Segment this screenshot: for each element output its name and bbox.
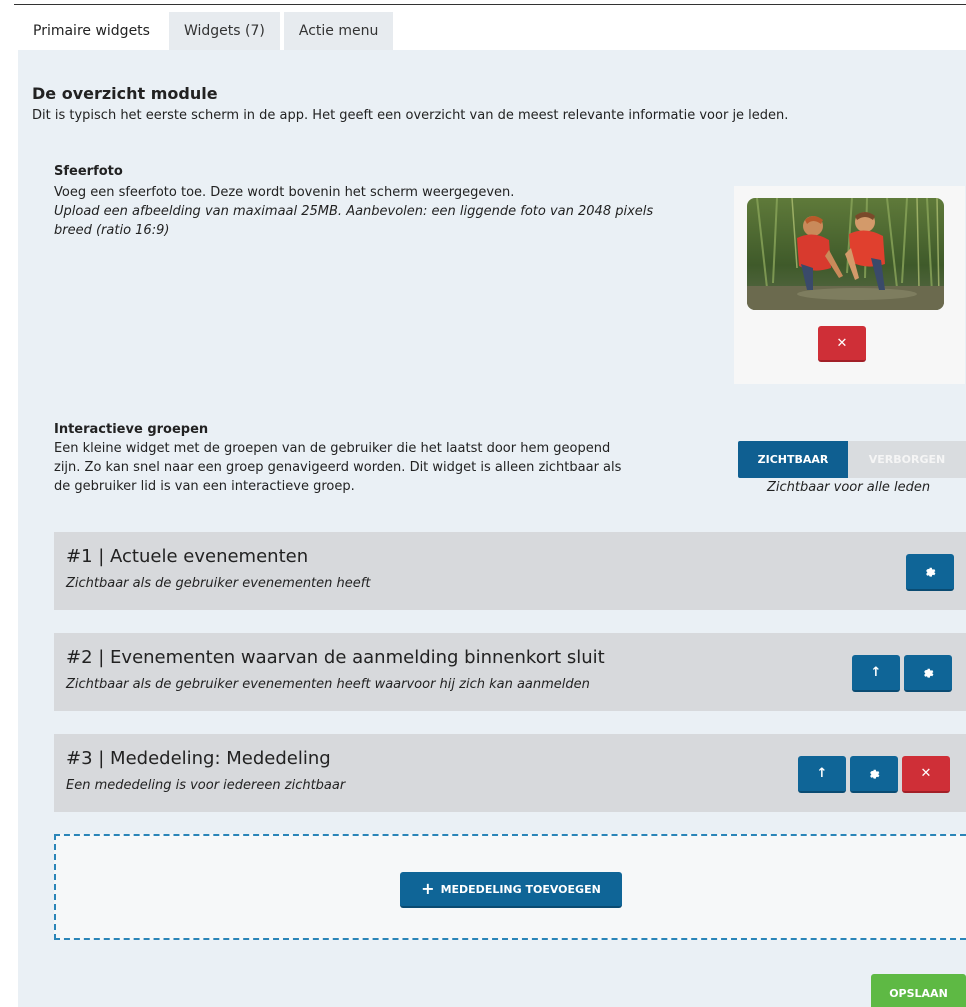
widget-subtitle: Een mededeling is voor iedereen zichtbaa… <box>66 778 346 793</box>
widget-move-up-button[interactable]: ↑ <box>852 655 900 692</box>
add-announcement-button[interactable]: + MEDEDELING TOEVOEGEN <box>400 872 622 908</box>
gear-icon <box>870 769 880 779</box>
widget-settings-button[interactable] <box>904 655 952 692</box>
widget-row-3: #3 | Mededeling: Mededeling Een mededeli… <box>54 734 966 812</box>
module-title: De overzicht module <box>32 84 218 103</box>
arrow-up-icon: ↑ <box>816 766 828 781</box>
tab-primaire-widgets[interactable]: Primaire widgets <box>18 12 165 50</box>
widget-actions <box>906 554 954 591</box>
visibility-caption: Zichtbaar voor alle leden <box>767 480 931 495</box>
sfeerfoto-section: Sfeerfoto Voeg een sfeerfoto toe. Deze w… <box>54 164 674 240</box>
widget-settings-button[interactable] <box>906 554 954 591</box>
widget-row-2: #2 | Evenementen waarvan de aanmelding b… <box>54 633 966 711</box>
toggle-verborgen-button[interactable]: VERBORGEN <box>848 441 966 478</box>
widget-subtitle: Zichtbaar als de gebruiker evenementen h… <box>66 576 371 591</box>
sfeerfoto-image <box>747 198 944 310</box>
widget-title: #3 | Mededeling: Mededeling <box>66 748 331 769</box>
module-description: Dit is typisch het eerste scherm in de a… <box>32 108 789 123</box>
top-divider <box>14 4 966 5</box>
save-button[interactable]: OPSLAAN <box>871 974 966 1007</box>
widget-title: #1 | Actuele evenementen <box>66 546 309 567</box>
toggle-zichtbaar-button[interactable]: ZICHTBAAR <box>738 441 848 478</box>
sfeerfoto-description: Voeg een sfeerfoto toe. Deze wordt boven… <box>54 185 515 200</box>
sfeerfoto-preview: ✕ <box>734 186 965 384</box>
tab-panel: De overzicht module Dit is typisch het e… <box>18 50 966 1007</box>
widget-title: #2 | Evenementen waarvan de aanmelding b… <box>66 647 605 668</box>
widget-actions: ↑ ✕ <box>798 756 950 793</box>
add-announcement-label: MEDEDELING TOEVOEGEN <box>440 882 601 896</box>
arrow-up-icon: ↑ <box>870 665 882 680</box>
tab-bar: Primaire widgets Widgets (7) Actie menu <box>18 12 397 50</box>
widget-delete-button[interactable]: ✕ <box>902 756 950 793</box>
close-icon: ✕ <box>836 335 848 351</box>
delete-photo-button[interactable]: ✕ <box>818 326 866 362</box>
widget-row-1: #1 | Actuele evenementen Zichtbaar als d… <box>54 532 966 610</box>
gear-icon <box>926 567 936 577</box>
plus-icon: + <box>421 879 435 898</box>
sfeerfoto-title: Sfeerfoto <box>54 164 123 179</box>
sfeerfoto-hint: Upload een afbeelding van maximaal 25MB.… <box>54 202 674 240</box>
visibility-toggle: ZICHTBAAR VERBORGEN <box>738 441 966 478</box>
widget-subtitle: Zichtbaar als de gebruiker evenementen h… <box>66 677 590 692</box>
widget-move-up-button[interactable]: ↑ <box>798 756 846 793</box>
interactieve-groepen-description: Een kleine widget met de groepen van de … <box>54 441 622 494</box>
add-announcement-dropzone: + MEDEDELING TOEVOEGEN <box>54 834 966 940</box>
widget-actions: ↑ <box>852 655 952 692</box>
tab-actie-menu[interactable]: Actie menu <box>283 12 394 50</box>
gear-icon <box>924 668 934 678</box>
photo-scene <box>747 198 944 310</box>
tab-widgets[interactable]: Widgets (7) <box>168 12 280 50</box>
interactieve-groepen-title: Interactieve groepen <box>54 422 209 437</box>
sfeerfoto-hint-text: Upload een afbeelding van maximaal 25MB.… <box>54 204 654 238</box>
interactieve-groepen-section: Interactieve groepen Een kleine widget m… <box>54 422 634 496</box>
widget-settings-button[interactable] <box>850 756 898 793</box>
close-icon: ✕ <box>920 766 932 781</box>
